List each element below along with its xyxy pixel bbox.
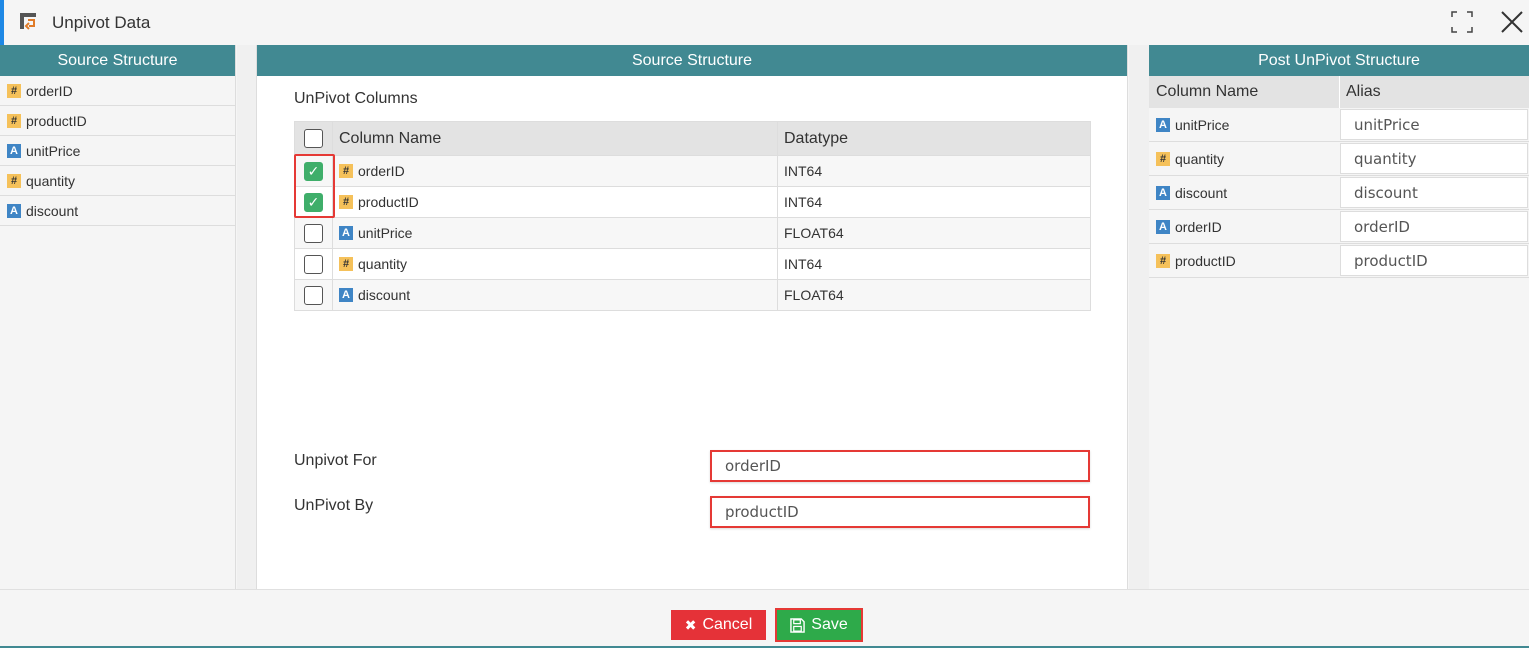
left-field-list: # orderID # productID AunitPrice # quantity… <box>0 76 235 226</box>
string-type-icon: A <box>339 288 353 302</box>
datatype-cell: INT64 <box>784 163 823 179</box>
cancel-button[interactable]: ✖ Cancel <box>671 610 766 640</box>
table-row: AorderID orderID <box>1149 210 1529 244</box>
post-unpivot-panel: Post UnPivot Structure Column Name Alias… <box>1149 45 1529 589</box>
unpivot-for-label: Unpivot For <box>294 452 377 469</box>
unpivot-by-label: UnPivot By <box>294 497 374 514</box>
select-all-checkbox[interactable] <box>304 129 323 148</box>
number-type-icon: # <box>7 113 21 128</box>
save-button[interactable]: Save <box>775 608 863 642</box>
datatype-header: Datatype <box>784 129 849 147</box>
cancel-button-label: Cancel <box>702 616 753 633</box>
panel-splitter-left[interactable] <box>237 45 256 589</box>
datatype-cell: FLOAT64 <box>784 225 844 241</box>
save-button-label: Save <box>811 616 848 633</box>
table-row: Adiscount FLOAT64 <box>295 279 1090 310</box>
middle-panel-header: Source Structure <box>257 45 1127 76</box>
left-field-label: discount <box>26 202 79 219</box>
alias-input[interactable]: productID <box>1340 245 1528 276</box>
number-type-icon: # <box>1156 253 1170 268</box>
left-field-item[interactable]: Adiscount <box>0 196 235 226</box>
output-column-name: unitPrice <box>1175 116 1230 133</box>
unpivot-by-input[interactable]: productID <box>710 496 1090 528</box>
unpivot-columns-label: UnPivot Columns <box>294 90 418 107</box>
left-field-label: productID <box>26 112 87 129</box>
output-column-name: orderID <box>1175 218 1222 235</box>
left-field-item[interactable]: # orderID <box>0 76 235 106</box>
row-checkbox[interactable] <box>304 285 323 305</box>
maximize-icon[interactable] <box>1450 10 1474 34</box>
row-checkbox-checked[interactable]: ✓ <box>304 161 323 181</box>
right-grid-header: Column Name Alias <box>1149 76 1529 108</box>
output-column-name: productID <box>1175 252 1236 269</box>
string-type-icon: A <box>7 143 21 158</box>
title-bar: Unpivot Data <box>0 0 1529 45</box>
table-row: ✓ # orderID INT64 <box>295 155 1090 186</box>
column-name-cell: productID <box>358 194 419 210</box>
table-row: Adiscount discount <box>1149 176 1529 210</box>
close-icon[interactable] <box>1498 8 1526 36</box>
number-type-icon: # <box>7 83 21 98</box>
alias-input[interactable]: discount <box>1340 177 1528 208</box>
right-column-name-header: Column Name <box>1149 76 1340 108</box>
output-column-name: discount <box>1175 184 1228 201</box>
number-type-icon: # <box>339 195 353 209</box>
datatype-cell: INT64 <box>784 194 823 210</box>
alias-input[interactable]: unitPrice <box>1340 109 1528 140</box>
datatype-cell: FLOAT64 <box>784 287 844 303</box>
dialog-footer: ✖ Cancel Save <box>0 589 1529 648</box>
row-checkbox[interactable] <box>304 254 323 274</box>
number-type-icon: # <box>339 164 353 178</box>
table-row: # productID productID <box>1149 244 1529 278</box>
left-field-label: quantity <box>26 172 76 189</box>
string-type-icon: A <box>339 226 353 240</box>
left-field-item[interactable]: # quantity <box>0 166 235 196</box>
grid-header-row: Column Name Datatype <box>295 122 1090 155</box>
left-panel-header: Source Structure <box>0 45 235 76</box>
string-type-icon: A <box>1156 219 1170 234</box>
left-field-item[interactable]: AunitPrice <box>0 136 235 166</box>
table-row: AunitPrice FLOAT64 <box>295 217 1090 248</box>
column-name-cell: orderID <box>358 163 405 179</box>
left-field-label: orderID <box>26 82 73 99</box>
column-name-cell: quantity <box>358 256 408 272</box>
number-type-icon: # <box>7 173 21 188</box>
string-type-icon: A <box>1156 185 1170 200</box>
row-checkbox-checked[interactable]: ✓ <box>304 192 323 212</box>
right-panel-header: Post UnPivot Structure <box>1149 45 1529 76</box>
middle-source-panel: Source Structure UnPivot Columns Column … <box>256 45 1128 589</box>
row-checkbox[interactable] <box>304 223 323 243</box>
unpivot-app-icon <box>20 13 36 30</box>
alias-input[interactable]: orderID <box>1340 211 1528 242</box>
number-type-icon: # <box>1156 151 1170 166</box>
table-row: AunitPrice unitPrice <box>1149 108 1529 142</box>
column-name-cell: unitPrice <box>358 225 413 241</box>
datatype-cell: INT64 <box>784 256 823 272</box>
column-name-cell: discount <box>358 287 411 303</box>
string-type-icon: A <box>1156 117 1170 132</box>
window-title: Unpivot Data <box>52 13 151 32</box>
unpivot-columns-grid: Column Name Datatype ✓ # orderID INT64 ✓ … <box>294 121 1091 311</box>
output-column-name: quantity <box>1175 150 1225 167</box>
table-row: # quantity INT64 <box>295 248 1090 279</box>
unpivot-for-input[interactable]: orderID <box>710 450 1090 482</box>
cancel-x-icon: ✖ <box>684 616 697 633</box>
left-field-item[interactable]: # productID <box>0 106 235 136</box>
string-type-icon: A <box>7 203 21 218</box>
alias-input[interactable]: quantity <box>1340 143 1528 174</box>
panel-splitter-right[interactable] <box>1129 45 1149 589</box>
column-name-header: Column Name <box>333 122 778 155</box>
table-row: # quantity quantity <box>1149 142 1529 176</box>
alias-header: Alias <box>1346 83 1381 100</box>
number-type-icon: # <box>339 257 353 271</box>
left-source-panel: Source Structure # orderID # productID Aun… <box>0 45 236 589</box>
floppy-disk-icon <box>790 617 806 633</box>
left-field-label: unitPrice <box>26 142 81 159</box>
table-row: ✓ # productID INT64 <box>295 186 1090 217</box>
